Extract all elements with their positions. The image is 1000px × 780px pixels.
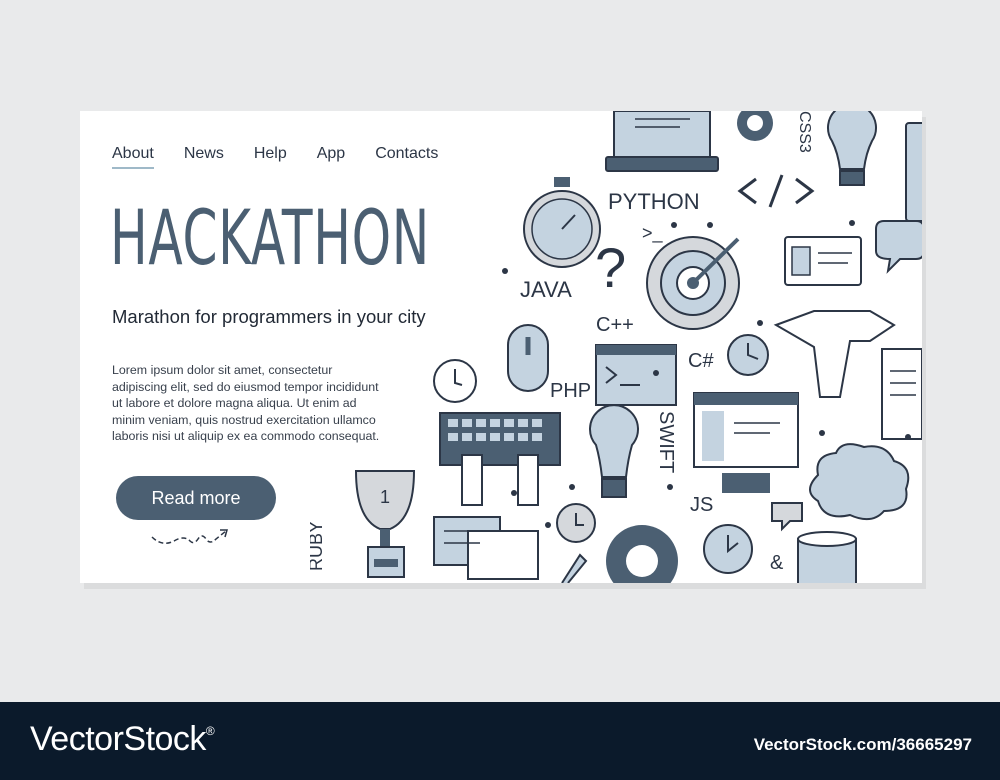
gear-icon <box>737 111 773 141</box>
mouse-icon <box>507 324 549 392</box>
css3-label: CSS3 <box>796 111 813 153</box>
clock-left-icon <box>433 359 477 403</box>
code-tag-icon <box>737 174 815 208</box>
clock-bottom-icon <box>556 503 596 543</box>
csharp-label: C# <box>688 350 714 372</box>
ruby-label: RUBY <box>310 521 326 571</box>
trophy-icon: 1 <box>354 470 416 578</box>
squiggle-arrow-icon <box>151 529 228 544</box>
monitor-icon <box>693 392 799 493</box>
chat-bubbles-icon <box>433 516 539 580</box>
vectorstock-logo: VectorStock® <box>30 720 215 758</box>
laptop-icon <box>605 111 719 172</box>
brain-icon <box>809 443 910 521</box>
trophy-number: 1 <box>380 487 390 507</box>
target-icon <box>646 236 740 330</box>
stock-id-url: VectorStock.com/36665297 <box>753 735 972 754</box>
python-label: PYTHON <box>608 189 700 214</box>
pencil-icon <box>561 553 588 583</box>
lightbulb-mid-icon <box>589 404 639 498</box>
clock-icon <box>727 334 769 376</box>
id-badge-icon <box>784 236 862 286</box>
notepad-icon <box>881 348 922 440</box>
ampersand-label: & <box>770 552 784 574</box>
lightbulb-icon <box>827 111 877 186</box>
java-label: JAVA <box>520 277 572 302</box>
small-speech-bubble-icon <box>771 502 803 532</box>
swift-label: SWIFT <box>655 411 677 473</box>
nav-link-about[interactable]: About <box>112 145 154 169</box>
database-icon <box>797 531 857 583</box>
handshake-icon <box>773 310 896 398</box>
landing-page-card: About News Help App Contacts HACKATHON M… <box>80 111 922 583</box>
keyboard-icon <box>439 412 561 506</box>
watermark-footer: VectorStock® VectorStock.com/36665297 <box>0 702 1000 780</box>
js-label: JS <box>690 494 713 516</box>
programming-illustration: CSS3 PYTHON ? >_ JAVA C++ C# PHP SWIFT J… <box>310 111 922 583</box>
speech-bubble-icon <box>875 220 922 274</box>
clock-small-icon <box>703 524 753 574</box>
nav-link-help[interactable]: Help <box>254 145 287 169</box>
nav-link-news[interactable]: News <box>184 145 224 169</box>
cpp-label: C++ <box>596 314 634 336</box>
phone-icon <box>905 122 922 222</box>
prompt-label: >_ <box>642 223 664 244</box>
terminal-window-icon <box>595 344 677 406</box>
question-mark-icon: ? <box>595 236 626 299</box>
stopwatch-icon <box>523 177 601 268</box>
php-label: PHP <box>550 380 591 402</box>
gear-bottom-icon <box>606 525 678 583</box>
read-more-button[interactable]: Read more <box>116 476 276 520</box>
